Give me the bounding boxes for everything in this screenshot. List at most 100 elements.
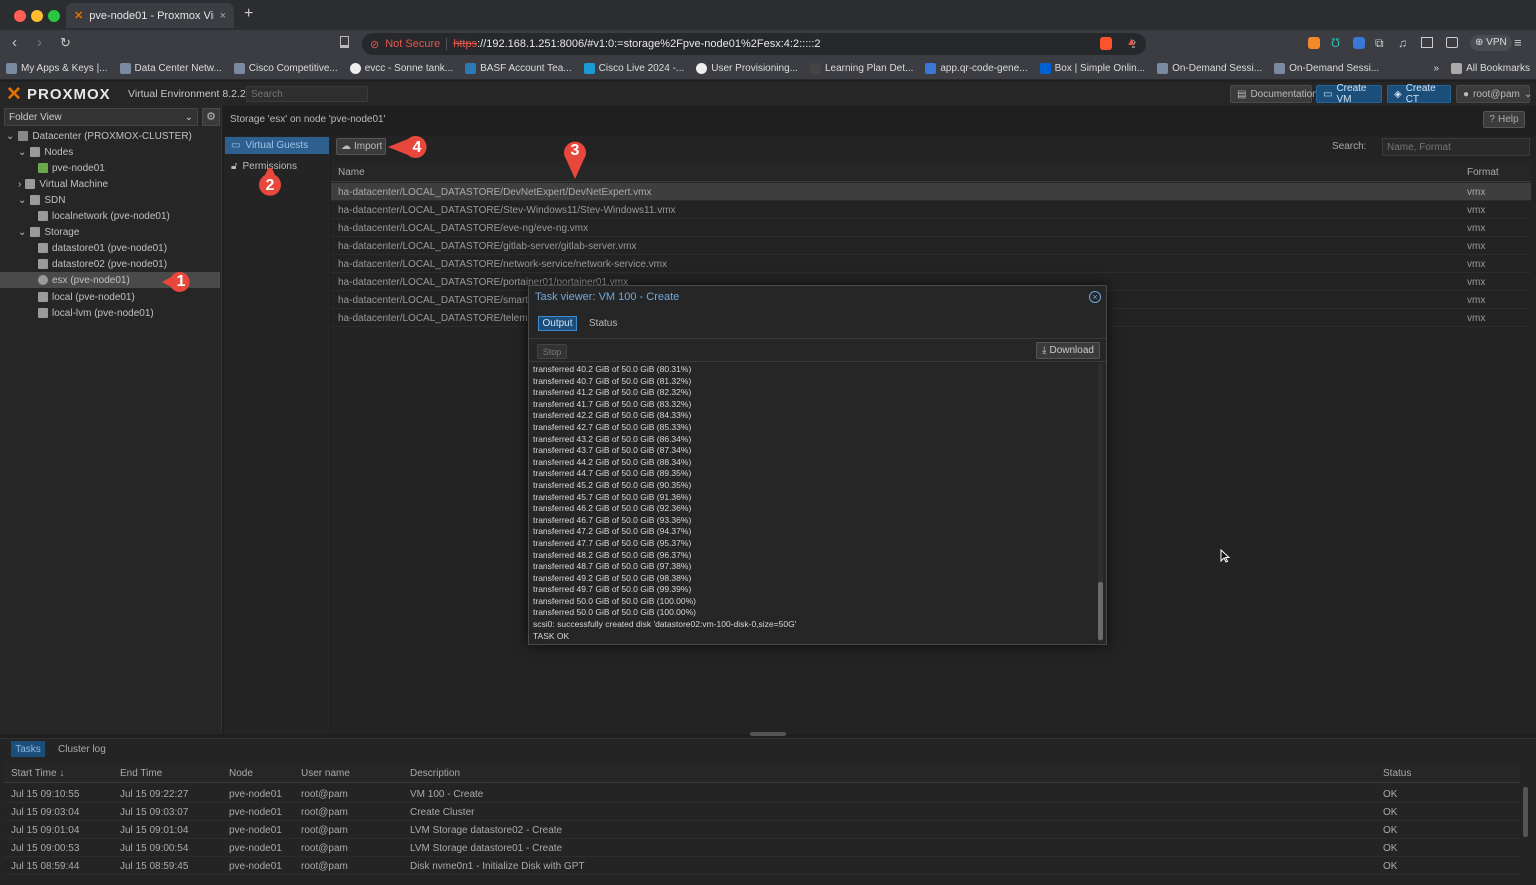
bookmark-item[interactable]: Learning Plan Det... [804, 63, 919, 74]
bookmark-item[interactable]: Cisco Competitive... [228, 63, 344, 74]
task-scrollbar[interactable] [1523, 787, 1528, 837]
table-row[interactable]: Jul 15 09:01:04 Jul 15 09:01:04 pve-node01… [4, 821, 1520, 839]
table-row[interactable]: ha-datacenter/LOCAL_DATASTORE/network-se… [331, 255, 1531, 273]
column-header-start-time[interactable]: Start Time ↓ [11, 768, 64, 779]
tab-tasks[interactable]: Tasks [11, 741, 45, 757]
tree-item-datastore01[interactable]: datastore01 (pve-node01) [0, 240, 220, 256]
column-header-user[interactable]: User name [301, 768, 350, 779]
column-header-status[interactable]: Status [1383, 768, 1411, 779]
address-bar[interactable]: ⊘ Not Secure https://192.168.1.251:8006/… [362, 33, 1146, 55]
view-selector[interactable]: Folder View ⌄ [4, 108, 198, 126]
table-row[interactable]: ha-datacenter/LOCAL_DATASTORE/eve-ng/eve… [331, 219, 1531, 237]
global-search-input[interactable] [246, 86, 368, 102]
brave-shield-icon[interactable] [1100, 37, 1112, 50]
import-button[interactable]: ☁ Import [336, 138, 386, 155]
bookmark-item[interactable]: Cisco Live 2024 -... [578, 63, 691, 74]
tab-cluster-log[interactable]: Cluster log [58, 744, 106, 755]
create-vm-button[interactable]: ▭ Create VM [1316, 83, 1382, 105]
table-row[interactable]: ha-datacenter/LOCAL_DATASTORE/DevNetExpe… [331, 183, 1531, 201]
sidebar-icon[interactable] [1421, 37, 1433, 48]
documentation-button[interactable]: ▤ Documentation [1230, 85, 1318, 103]
extension-icon[interactable] [1353, 37, 1365, 49]
table-row[interactable]: Jul 15 09:10:55 Jul 15 09:22:27 pve-node01… [4, 785, 1520, 803]
tree-item-localnetwork[interactable]: localnetwork (pve-node01) [0, 208, 220, 224]
tree-item-storage[interactable]: ⌄ Storage [0, 224, 220, 240]
browser-toolbar: ‹ › ↻ ⊘ Not Secure https://192.168.1.251… [0, 30, 1536, 58]
column-header-end-time[interactable]: End Time [120, 768, 162, 779]
tree-item-sdn[interactable]: ⌄ SDN [0, 192, 220, 208]
log-line: transferred 46.2 GiB of 50.0 GiB (92.36%… [533, 503, 692, 514]
menu-icon[interactable]: ≡ [1514, 35, 1522, 50]
zoom-window-button[interactable] [48, 10, 60, 22]
help-button[interactable]: ? Help [1483, 111, 1525, 128]
table-row[interactable]: ha-datacenter/LOCAL_DATASTORE/gitlab-ser… [331, 237, 1531, 255]
wallet-icon[interactable] [1446, 37, 1458, 48]
column-header-description[interactable]: Description [410, 768, 460, 779]
table-row[interactable]: Jul 15 08:59:44 Jul 15 08:59:45 pve-node01… [4, 857, 1520, 875]
table-row[interactable]: Jul 15 09:00:53 Jul 15 09:00:54 pve-node01… [4, 839, 1520, 857]
task-start: Jul 15 09:00:53 [11, 843, 80, 854]
bookmark-item[interactable]: My Apps & Keys |... [0, 63, 114, 74]
bookmark-item[interactable]: On-Demand Sessi... [1268, 63, 1385, 74]
browser-tab[interactable]: ✕ pve-node01 - Proxmox Virtual × [66, 3, 234, 28]
bookmark-item[interactable]: app.qr-code-gene... [919, 63, 1033, 74]
bookmark-favicon-icon [1039, 63, 1051, 74]
tree-item-local-lvm[interactable]: local-lvm (pve-node01) [0, 305, 220, 321]
import-label: Import [354, 141, 383, 152]
dialog-toolbar: Stop ⤓ Download [529, 338, 1106, 362]
reload-icon[interactable]: ↻ [60, 35, 71, 51]
forward-icon[interactable]: › [37, 34, 42, 51]
table-row[interactable]: Jul 15 09:03:04 Jul 15 09:03:07 pve-node01… [4, 803, 1520, 821]
panel-splitter[interactable] [750, 732, 786, 736]
media-icon[interactable]: ♫ [1398, 36, 1407, 50]
tree-item-nodes[interactable]: ⌄ Nodes [0, 144, 220, 160]
extension-icon[interactable] [1308, 37, 1320, 49]
task-viewer-dialog: Task viewer: VM 100 - Create × Output St… [528, 285, 1107, 645]
bookmark-item[interactable]: On-Demand Sessi... [1151, 63, 1268, 74]
stop-button[interactable]: Stop [537, 344, 567, 359]
vpn-button[interactable]: ⊕ VPN [1470, 35, 1512, 51]
minimize-window-button[interactable] [31, 10, 43, 22]
download-button[interactable]: ⤓ Download [1036, 342, 1100, 359]
log-line: transferred 43.7 GiB of 50.0 GiB (87.34%… [533, 445, 692, 456]
extensions-puzzle-icon[interactable]: ⧉ [1375, 36, 1384, 51]
bookmark-item[interactable]: BASF Account Tea... [459, 63, 578, 74]
close-window-button[interactable] [14, 10, 26, 22]
column-header-node[interactable]: Node [229, 768, 253, 779]
gear-icon[interactable]: ⚙ [202, 108, 220, 126]
log-line: transferred 42.7 GiB of 50.0 GiB (85.33%… [533, 421, 692, 432]
bookmark-label: Cisco Competitive... [248, 63, 338, 74]
tree-item-datacenter[interactable]: ⌄ Datacenter (PROXMOX-CLUSTER) [0, 128, 220, 144]
tab-virtual-guests[interactable]: ▭ Virtual Guests [225, 137, 329, 154]
bookmark-item[interactable]: User Provisioning... [690, 63, 804, 74]
tab-output[interactable]: Output [538, 316, 577, 331]
bookmark-favicon-icon [119, 63, 131, 74]
tab-status[interactable]: Status [589, 318, 617, 329]
more-bookmarks-button[interactable]: » [1428, 63, 1446, 74]
bookmark-label: My Apps & Keys |... [21, 63, 108, 74]
user-menu-button[interactable]: ● root@pam ⌄ [1456, 85, 1532, 103]
bookmark-item[interactable]: evcc - Sonne tank... [344, 63, 459, 74]
back-icon[interactable]: ‹ [12, 34, 17, 51]
bookmark-item[interactable]: Box | Simple Onlin... [1034, 63, 1151, 74]
brave-rewards-icon[interactable]: ▲ [1126, 36, 1137, 48]
column-header-name[interactable]: Name [338, 167, 365, 178]
table-row[interactable]: ha-datacenter/LOCAL_DATASTORE/Stev-Windo… [331, 201, 1531, 219]
question-icon: ? [1489, 114, 1495, 125]
new-tab-button[interactable]: + [244, 5, 253, 23]
all-bookmarks[interactable]: All Bookmarks [1445, 63, 1536, 74]
tab-close-icon[interactable]: × [220, 10, 226, 22]
bookmark-item[interactable]: Data Center Netw... [114, 63, 228, 74]
log-scrollbar-thumb[interactable] [1098, 582, 1103, 640]
extension-icon[interactable]: Ʊ [1331, 36, 1340, 50]
tree-item-pve-node01[interactable]: pve-node01 [0, 160, 220, 176]
grid-search-input[interactable] [1382, 138, 1530, 156]
column-header-format[interactable]: Format [1467, 167, 1499, 178]
bookmark-icon[interactable] [340, 36, 349, 48]
tree-label: Nodes [44, 146, 74, 158]
tree-item-virtual-machine[interactable]: › Virtual Machine [0, 176, 220, 192]
search-label: Search: [1332, 141, 1367, 152]
close-icon[interactable]: × [1089, 291, 1101, 303]
create-ct-button[interactable]: ◈ Create CT [1387, 83, 1451, 105]
bookmark-favicon-icon [349, 63, 361, 74]
